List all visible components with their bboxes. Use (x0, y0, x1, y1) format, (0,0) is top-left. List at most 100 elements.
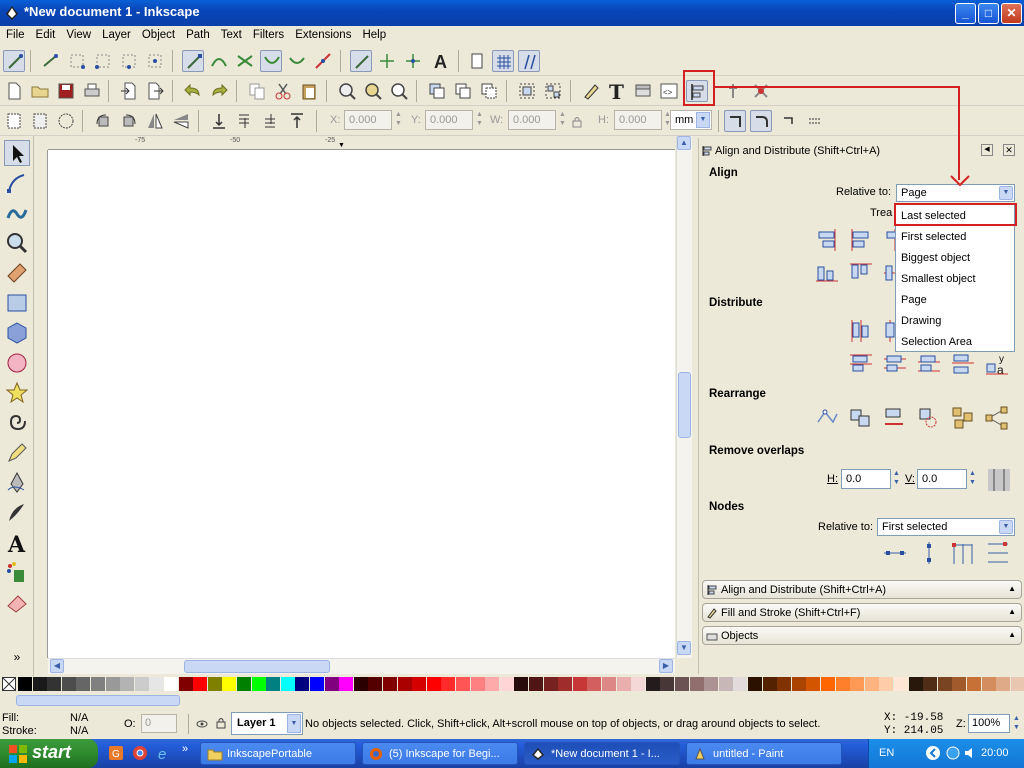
rectangle-tool-icon[interactable] (4, 290, 30, 316)
vertical-scroll-thumb[interactable] (678, 372, 691, 438)
pencil-tool-icon[interactable] (4, 440, 30, 466)
maximize-button[interactable]: □ (978, 3, 999, 24)
remove-overlaps-icon[interactable] (985, 466, 1013, 494)
color-swatch[interactable] (645, 677, 660, 691)
redo-icon[interactable] (208, 80, 230, 102)
distribute-nodes-horizontal-icon[interactable] (949, 539, 977, 567)
distribute-left-edges-icon[interactable] (847, 317, 875, 345)
spray-tool-icon[interactable] (4, 560, 30, 586)
color-swatch[interactable] (835, 677, 850, 691)
snap-object-center-icon[interactable] (350, 50, 372, 72)
y-field[interactable]: 0.000 (425, 110, 473, 130)
nodes-relative-to-select[interactable]: First selected ▼ (877, 518, 1015, 536)
star-tool-icon[interactable] (4, 380, 30, 406)
snap-guide-icon[interactable] (402, 50, 424, 72)
color-swatch[interactable] (952, 677, 967, 691)
layers-icon[interactable] (632, 80, 654, 102)
dock-header-objects[interactable]: Objects ▲ (702, 626, 1022, 645)
drawing-canvas[interactable] (48, 150, 675, 658)
color-swatch[interactable] (777, 677, 792, 691)
unlink-clone-icon[interactable] (478, 80, 500, 102)
color-swatch[interactable] (616, 677, 631, 691)
distribute-centers-vertically-icon[interactable] (881, 350, 909, 378)
document-properties-icon[interactable] (750, 80, 772, 102)
overlap-v-spinner[interactable]: ▲ ▼ (967, 469, 978, 489)
lock-icon[interactable] (572, 116, 582, 128)
h-field[interactable]: 0.000 (614, 110, 662, 130)
xml-editor-icon[interactable]: <> (658, 80, 680, 102)
ellipse-tool-icon[interactable] (4, 350, 30, 376)
color-swatch[interactable] (339, 677, 354, 691)
color-swatch[interactable] (470, 677, 485, 691)
snap-cusp-icon[interactable] (260, 50, 282, 72)
color-swatch[interactable] (762, 677, 777, 691)
color-swatch[interactable] (558, 677, 573, 691)
node-tool-icon[interactable] (4, 170, 30, 196)
scroll-right-icon[interactable]: ▶ (659, 659, 673, 673)
overlap-h-field[interactable]: 0.0 (841, 469, 891, 489)
zoom-spinner[interactable]: ▲ ▼ (1011, 714, 1022, 734)
color-swatch[interactable] (514, 677, 529, 691)
color-swatch[interactable] (193, 677, 208, 691)
color-swatch[interactable] (76, 677, 91, 691)
volume-icon[interactable] (963, 745, 979, 761)
color-swatch[interactable] (996, 677, 1011, 691)
snap-bbox-center-icon[interactable] (144, 50, 166, 72)
start-button[interactable]: start (0, 739, 98, 768)
color-swatch[interactable] (120, 677, 135, 691)
distribute-nodes-vertical-icon[interactable] (983, 539, 1011, 567)
task-inkscape-document[interactable]: *New document 1 - I... (524, 742, 680, 765)
scroll-left-icon[interactable]: ◀ (50, 659, 64, 673)
pen-tool-icon[interactable] (4, 470, 30, 496)
palette-scrollbar[interactable] (0, 693, 1024, 709)
menu-edit[interactable]: Edit (30, 26, 61, 41)
color-swatch[interactable] (441, 677, 456, 691)
zoom-drawing-icon[interactable] (362, 80, 384, 102)
color-swatch[interactable] (149, 677, 164, 691)
exchange-z-order-icon[interactable] (915, 404, 943, 432)
menu-file[interactable]: File (0, 26, 30, 41)
color-swatch[interactable] (353, 677, 368, 691)
color-swatch[interactable] (178, 677, 193, 691)
copy-icon[interactable] (246, 80, 268, 102)
color-swatch[interactable] (412, 677, 427, 691)
color-swatch[interactable] (937, 677, 952, 691)
w-spinner[interactable]: ▲ ▼ (557, 110, 568, 130)
rotate-ccw-icon[interactable] (92, 110, 114, 132)
color-swatch[interactable] (1010, 677, 1024, 691)
select-all-icon[interactable] (3, 110, 25, 132)
internet-explorer-icon[interactable]: e (156, 745, 172, 761)
color-swatch[interactable] (32, 677, 47, 691)
color-swatch[interactable] (879, 677, 894, 691)
color-swatch[interactable] (791, 677, 806, 691)
move-gradients-icon[interactable] (778, 110, 800, 132)
color-swatch[interactable] (689, 677, 704, 691)
color-swatch[interactable] (383, 677, 397, 691)
menu-help[interactable]: Help (356, 26, 391, 41)
vertical-scrollbar[interactable]: ▲ ▼ (676, 136, 692, 658)
option-smallest-object[interactable]: Smallest object (901, 273, 976, 285)
color-swatch[interactable] (587, 677, 602, 691)
scale-rounded-corners-icon[interactable] (750, 110, 772, 132)
tray-back-icon[interactable] (925, 745, 941, 761)
snap-page-border-icon[interactable] (466, 50, 488, 72)
raise-icon[interactable] (260, 110, 282, 132)
ungroup-icon[interactable] (542, 80, 564, 102)
paste-icon[interactable] (298, 80, 320, 102)
color-swatch[interactable] (631, 677, 646, 691)
move-patterns-icon[interactable] (804, 110, 826, 132)
snap-toggle-icon[interactable] (3, 50, 25, 72)
color-swatch[interactable] (47, 677, 62, 691)
language-indicator[interactable]: EN (879, 747, 894, 759)
color-swatch[interactable] (61, 677, 76, 691)
color-swatch[interactable] (748, 677, 762, 691)
close-button[interactable]: ✕ (1001, 3, 1022, 24)
spiral-tool-icon[interactable] (4, 410, 30, 436)
snap-midpoint-icon[interactable] (312, 50, 334, 72)
layer-lock-icon[interactable] (216, 717, 226, 729)
color-swatch[interactable] (266, 677, 281, 691)
dock-iconify-icon[interactable]: ◀ (981, 144, 993, 156)
snap-text-baseline-icon[interactable]: A (430, 50, 452, 72)
color-swatch[interactable] (967, 677, 981, 691)
color-swatch[interactable] (324, 677, 339, 691)
